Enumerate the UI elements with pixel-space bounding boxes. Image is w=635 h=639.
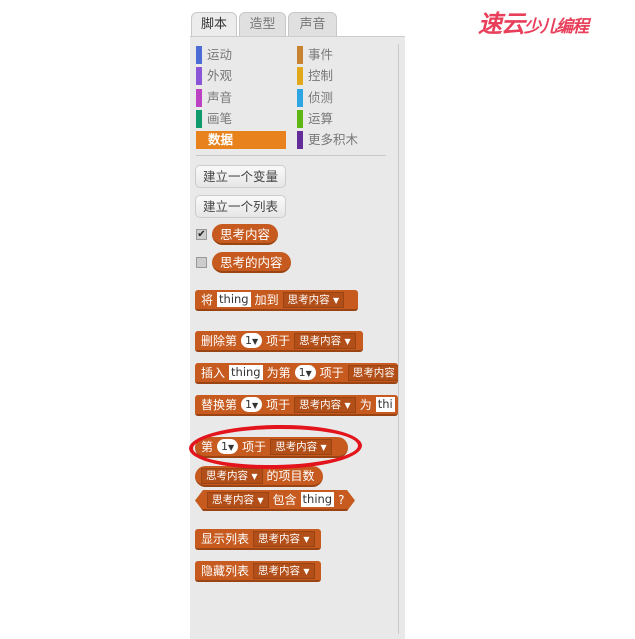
label: 项于 (266, 334, 291, 348)
category-label: 运动 (207, 47, 233, 62)
tab-scripts[interactable]: 脚本 (191, 12, 237, 38)
index-input[interactable]: 1▼ (241, 397, 263, 412)
category-color-swatch (297, 88, 303, 107)
category-color-swatch (297, 67, 303, 86)
label: 为第 (266, 366, 291, 380)
label: 的项目数 (266, 469, 315, 483)
category-label: 更多积木 (308, 132, 359, 148)
dropdown-arrow-icon: ▼ (344, 336, 351, 346)
label: 插入 (201, 366, 226, 380)
list-checkbox-2[interactable] (196, 257, 207, 268)
category-label: 事件 (308, 47, 334, 62)
label: 删除第 (201, 334, 238, 348)
delete-item-block[interactable]: 删除第 1▼ 项于 思考内容 ▼ (195, 331, 363, 352)
category-7[interactable]: 画笔 (196, 109, 233, 128)
make-list-button[interactable]: 建立一个列表 (195, 195, 287, 218)
label: 替换第 (201, 398, 238, 412)
category-color-swatch (196, 88, 202, 107)
insert-item-block[interactable]: 插入 thing 为第 1▼ 项于 思考内容 (195, 363, 398, 384)
category-color-swatch (196, 46, 202, 64)
label: ? (338, 492, 345, 507)
category-label: 画笔 (207, 110, 233, 126)
list-dropdown[interactable]: 思考内容 (347, 364, 398, 381)
length-of-list-block[interactable]: 思考内容 ▼ 的项目数 (195, 466, 323, 487)
value-input[interactable]: thing (301, 492, 335, 507)
hide-list-block[interactable]: 隐藏列表 思考内容 ▼ (195, 561, 321, 582)
category-1[interactable]: 运动 (196, 46, 232, 64)
label: 显示列表 (201, 532, 250, 546)
index-input[interactable]: 1▼ (241, 333, 263, 348)
category-9[interactable]: 数据 (196, 131, 286, 150)
dropdown-arrow-icon: ▼ (332, 295, 340, 305)
list-reporter[interactable]: 思考的内容 (212, 252, 291, 273)
list-dropdown[interactable]: 思考内容 ▼ (282, 291, 345, 308)
category-color-swatch (297, 109, 303, 128)
category-6[interactable]: 侦测 (297, 88, 334, 107)
show-list-block[interactable]: 显示列表 思考内容 ▼ (195, 529, 321, 550)
value-input[interactable]: thing (229, 365, 263, 380)
category-label: 侦测 (308, 89, 334, 105)
list-dropdown[interactable]: 思考内容 ▼ (253, 530, 315, 547)
label: 包含 (272, 493, 297, 507)
category-color-swatch (297, 46, 303, 64)
category-label: 运算 (308, 110, 334, 126)
category-5[interactable]: 声音 (196, 88, 233, 107)
category-label: 控制 (308, 68, 334, 84)
category-2[interactable]: 事件 (297, 46, 333, 64)
tab-costumes[interactable]: 造型 (239, 12, 286, 37)
list-dropdown[interactable]: 思考内容 ▼ (207, 492, 269, 508)
category-color-swatch (196, 67, 202, 86)
label: 将 (201, 293, 214, 307)
list-reporter[interactable]: 思考内容 (212, 224, 279, 245)
category-3[interactable]: 外观 (196, 67, 233, 86)
watermark-logo: 速云少儿编程 (478, 9, 589, 38)
list-dropdown[interactable]: 思考内容 ▼ (201, 467, 263, 484)
tab-sounds[interactable]: 声音 (288, 12, 337, 37)
category-8[interactable]: 运算 (297, 109, 334, 128)
list-dropdown[interactable]: 思考内容 ▼ (294, 396, 356, 413)
replace-item-block[interactable]: 替换第 1▼ 项于 思考内容 ▼ 为 thi (195, 395, 398, 416)
label: 加到 (254, 293, 279, 307)
category-label: 声音 (207, 89, 233, 105)
add-to-list-block[interactable]: 将 thing 加到 思考内容 ▼ (195, 290, 358, 311)
value-input[interactable]: thi (375, 397, 395, 412)
label: 项于 (266, 398, 291, 412)
label: 为 (359, 398, 372, 412)
make-variable-button[interactable]: 建立一个变量 (195, 165, 287, 188)
category-label: 外观 (207, 68, 233, 84)
category-4[interactable]: 控制 (297, 67, 334, 86)
label: 隐藏列表 (201, 564, 250, 578)
category-10[interactable]: 更多积木 (297, 131, 359, 150)
category-color-swatch (196, 109, 202, 128)
list-checkbox-1[interactable]: ✔ (196, 229, 207, 240)
category-color-swatch (297, 131, 303, 150)
scrollbar-track[interactable] (398, 44, 399, 634)
value-input[interactable]: thing (217, 292, 251, 307)
list-contains-block[interactable]: 思考内容 ▼ 包含 thing ? (195, 490, 355, 511)
list-dropdown[interactable]: 思考内容 ▼ (253, 562, 315, 579)
label: 项于 (319, 366, 344, 380)
category-label: 数据 (208, 132, 234, 148)
index-input[interactable]: 1▼ (294, 365, 316, 380)
list-dropdown[interactable]: 思考内容 ▼ (294, 332, 356, 349)
divider (196, 155, 386, 156)
